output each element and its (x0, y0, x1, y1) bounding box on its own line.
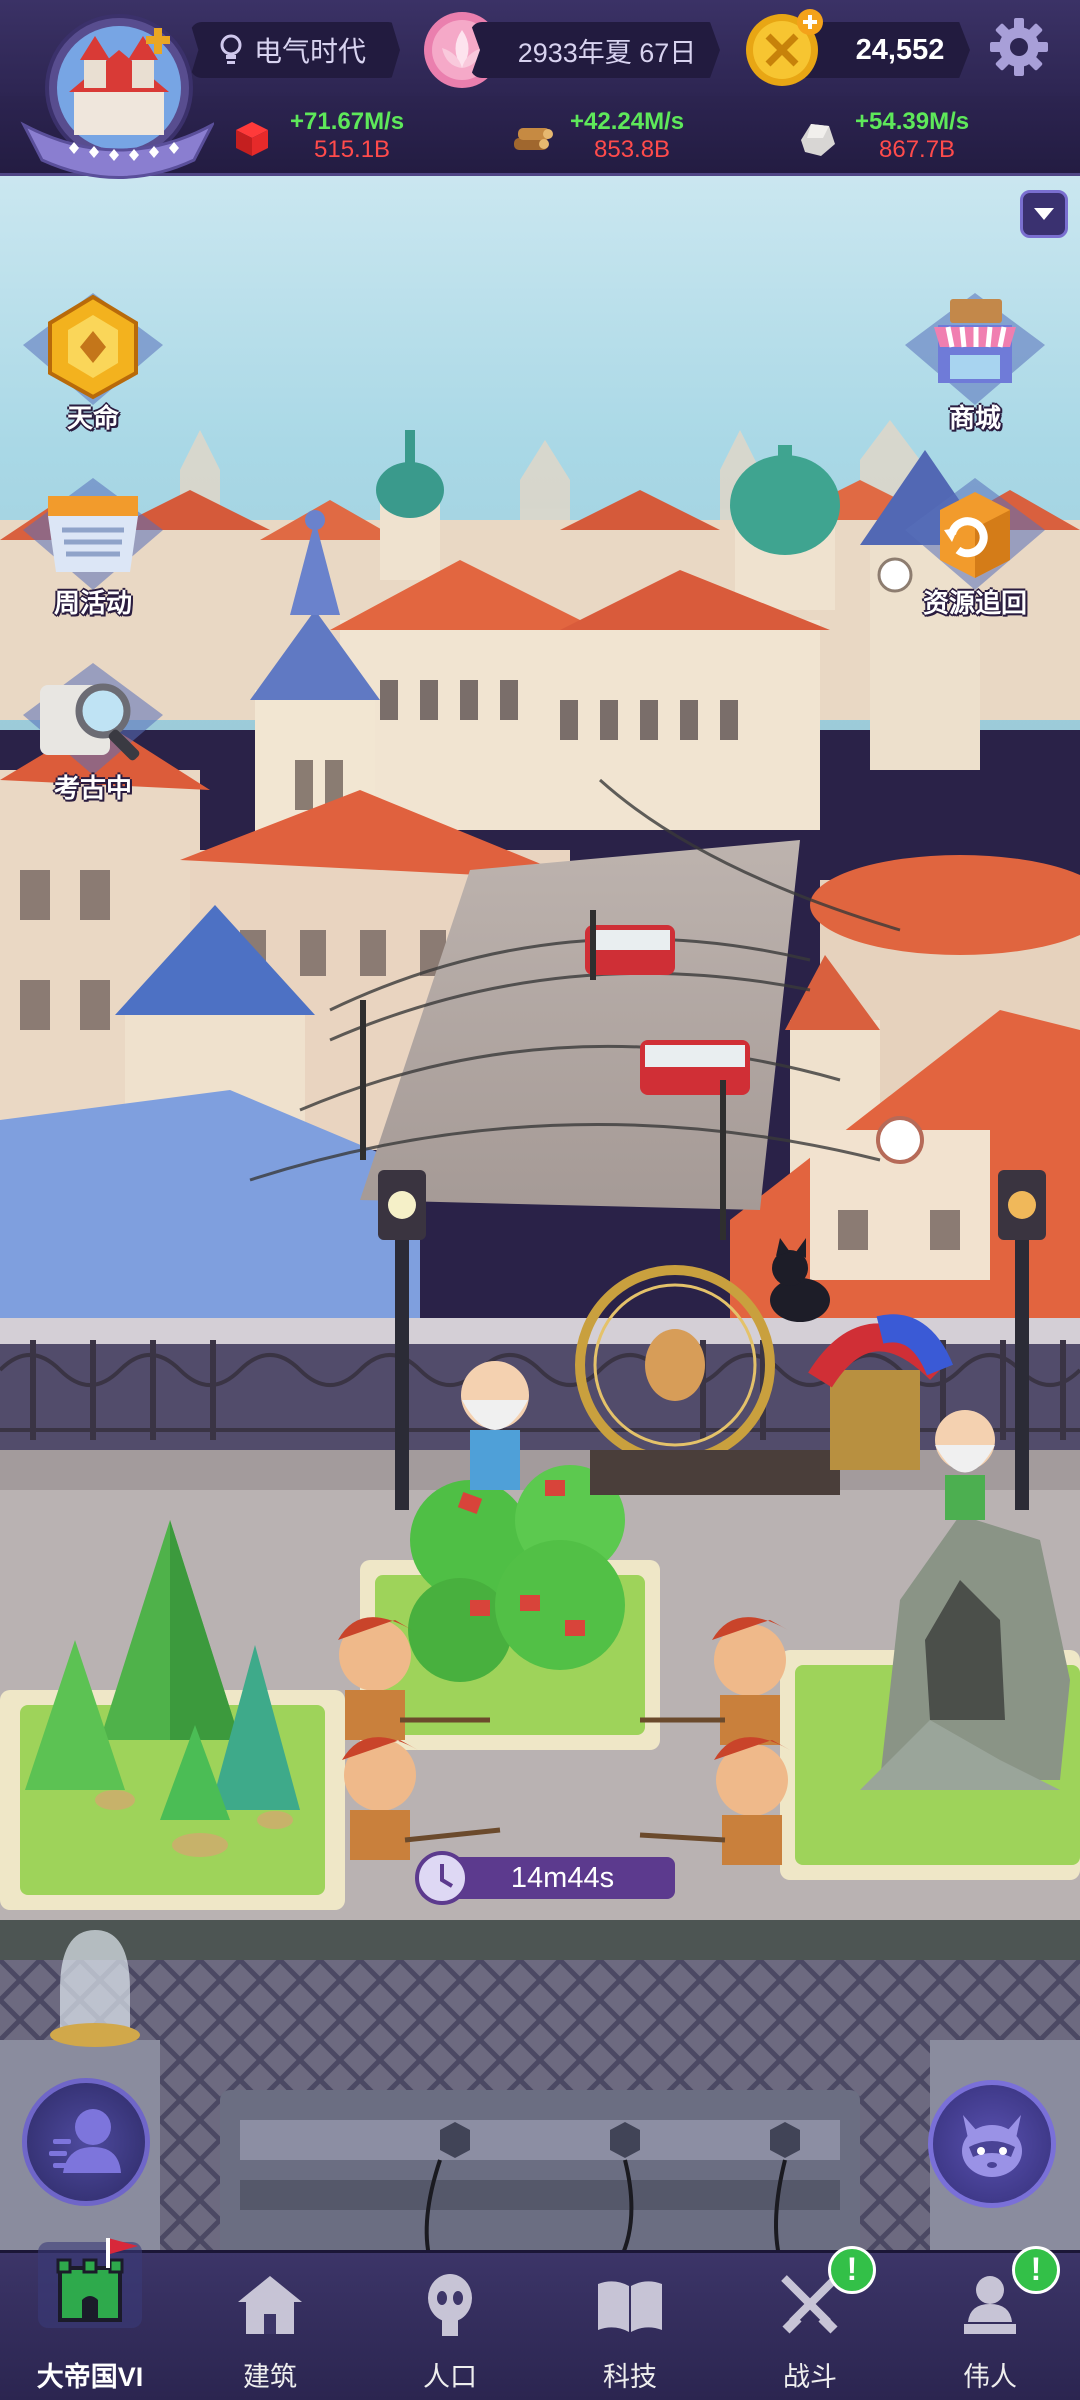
destiny-icon (23, 293, 163, 405)
exclamation-icon: ! (1012, 2246, 1060, 2294)
resource-amount: 853.8B (594, 136, 671, 163)
timer-label: 14m44s (510, 1862, 615, 1894)
nav-battle[interactable]: 战斗 ! (720, 2246, 900, 2400)
shop-button[interactable]: 商城 (900, 285, 1050, 435)
nav-label: 伟人 (963, 2362, 1017, 2392)
resource-wood[interactable]: +42.24M/s 853.8B (510, 108, 730, 168)
shop-label: 商城 (948, 403, 1001, 433)
nav-label: 战斗 (783, 2362, 837, 2392)
chevron-down-icon (1034, 208, 1054, 220)
resource-amount: 867.7B (879, 136, 956, 163)
shop-icon (905, 293, 1045, 405)
resource-recall-label: 资源追回 (922, 588, 1027, 618)
era-indicator[interactable]: 电气时代 (190, 22, 400, 78)
magnifier-icon (23, 663, 163, 775)
population-advisor-button[interactable] (22, 2078, 150, 2206)
nav-empire[interactable]: 大帝国VI (0, 2238, 180, 2400)
resource-rate: +54.39M/s (855, 108, 970, 135)
house-icon (238, 2276, 302, 2334)
game-date: 2933年夏 67日 (470, 22, 720, 78)
empire-logo[interactable] (14, 10, 214, 190)
castle-icon (38, 2238, 142, 2328)
era-label: 电气时代 (253, 36, 366, 67)
recall-box-icon (905, 478, 1045, 590)
resource-rate: +71.67M/s (290, 108, 405, 135)
gear-icon[interactable] (988, 16, 1050, 78)
destiny-label: 天命 (66, 403, 119, 433)
nav-label: 科技 (603, 2362, 657, 2392)
resource-stone[interactable]: +54.39M/s 867.7B (795, 108, 1015, 168)
date-label: 2933年夏 67日 (517, 37, 697, 68)
resource-red-block[interactable]: +71.67M/s 515.1B (230, 108, 450, 168)
resource-amount: 515.1B (314, 136, 391, 163)
weekly-event-label: 周活动 (53, 588, 132, 618)
weekly-event-button[interactable]: 周活动 (18, 470, 168, 620)
raccoon-helper-button[interactable] (928, 2080, 1056, 2208)
nav-label: 人口 (423, 2362, 477, 2392)
red-cube-icon (236, 122, 268, 156)
person-icon (49, 2109, 121, 2173)
archaeology-label: 考古中 (53, 773, 132, 803)
wood-logs-icon (514, 128, 553, 150)
exclamation-icon: ! (828, 2246, 876, 2294)
raccoon-icon (962, 2115, 1022, 2177)
bulb-icon (220, 34, 242, 64)
nav-label: 建筑 (243, 2362, 297, 2392)
nav-population[interactable]: 人口 (360, 2260, 540, 2400)
stone-icon (801, 124, 835, 156)
alien-head-icon (428, 2274, 472, 2336)
newspaper-icon (23, 478, 163, 590)
archaeology-button[interactable]: 考古中 (18, 655, 168, 805)
clock-icon (415, 1851, 469, 1905)
nav-buildings[interactable]: 建筑 (180, 2260, 360, 2400)
nav-great-people[interactable]: 伟人 ! (900, 2246, 1080, 2400)
resource-recall-button[interactable]: 资源追回 (900, 470, 1050, 620)
destiny-button[interactable]: 天命 (18, 285, 168, 435)
nav-label: 大帝国VI (36, 2362, 144, 2392)
nav-technology[interactable]: 科技 (540, 2260, 720, 2400)
gold-coin-icon[interactable] (742, 6, 826, 90)
collapse-button[interactable] (1020, 190, 1068, 238)
book-icon (598, 2281, 662, 2332)
resource-rate: +42.24M/s (570, 108, 685, 135)
